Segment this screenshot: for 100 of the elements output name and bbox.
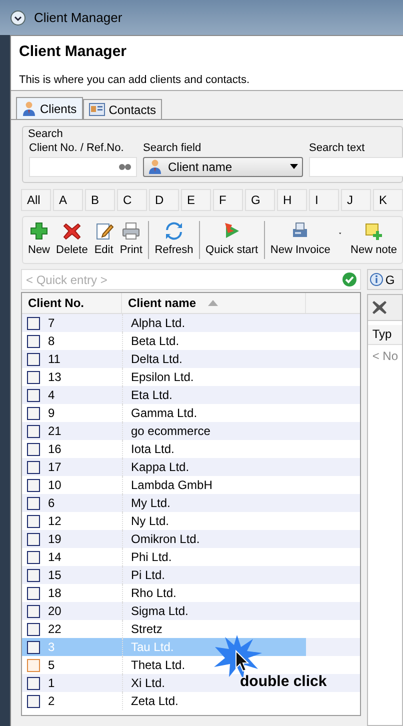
table-cell-text: Delta Ltd.	[131, 351, 182, 368]
table-cell-text: Xi Ltd.	[131, 675, 166, 692]
table-cell-text: 11	[48, 351, 60, 368]
table-cell-text: Rho Ltd.	[131, 585, 176, 602]
search-text-field[interactable]	[309, 156, 403, 176]
letter-filter-button[interactable]: D	[149, 189, 179, 211]
row-checkbox[interactable]	[27, 478, 40, 492]
table-cell-text: 9	[48, 405, 55, 422]
group-label: Search	[28, 127, 63, 142]
plus-icon	[29, 221, 49, 242]
letter-filter-button[interactable]: All	[21, 189, 51, 211]
column-header[interactable]: Client name	[122, 293, 306, 313]
row-checkbox[interactable]	[27, 316, 40, 330]
table-cell-text: 4	[48, 387, 55, 404]
toolbar-button[interactable]: Print	[116, 221, 146, 259]
row-checkbox[interactable]	[27, 352, 40, 366]
cross-icon	[62, 221, 82, 242]
row-checkbox[interactable]	[27, 694, 40, 708]
table-row[interactable]: 15 Pi Ltd.	[22, 566, 360, 584]
letter-filter-button[interactable]: J	[341, 189, 371, 211]
toolbar-button[interactable]: Refresh	[152, 221, 196, 259]
letter-filter-button[interactable]: E	[181, 189, 211, 211]
column-header[interactable]: Typ	[368, 325, 402, 345]
toolbar-button[interactable]: Quick start	[202, 221, 262, 259]
tab[interactable]: Contacts	[82, 99, 162, 119]
table-cell-text: My Ltd.	[131, 495, 170, 512]
quick-entry-field[interactable]: < Quick entry >	[21, 269, 362, 290]
client-number-field[interactable]	[29, 156, 137, 176]
delete-icon[interactable]	[372, 300, 388, 315]
table-cell-text: Sigma Ltd.	[131, 603, 188, 620]
toolbar-button[interactable]: New note	[348, 221, 400, 259]
table-row[interactable]: 21 go ecommerce	[22, 422, 360, 440]
toolbar-button[interactable]: Delete	[53, 221, 91, 259]
letter-filter-button[interactable]: A	[53, 189, 83, 211]
table-cell-text: Gamma Ltd.	[131, 405, 198, 422]
letter-filter-button[interactable]: B	[85, 189, 115, 211]
table-cell-text: 15	[48, 567, 62, 584]
column-header[interactable]: Client No.	[22, 293, 122, 313]
row-checkbox[interactable]	[27, 334, 40, 348]
table-cell-text: 20	[48, 603, 62, 620]
table-cell-text: 7	[48, 315, 55, 332]
page-heading: Client Manager	[19, 42, 128, 62]
table-cell-text: Ny Ltd.	[131, 513, 170, 530]
side-tab[interactable]: G	[367, 269, 403, 290]
table-cell-text: 8	[48, 333, 55, 350]
table-row[interactable]: 7 Alpha Ltd.	[22, 314, 360, 332]
row-checkbox[interactable]	[27, 676, 40, 690]
row-checkbox[interactable]	[27, 622, 40, 636]
toolbar-button[interactable]: New	[25, 221, 54, 259]
empty-text: < No	[371, 348, 399, 365]
table-cell-text: 22	[48, 621, 62, 638]
letter-filter-button[interactable]: C	[117, 189, 147, 211]
table-row[interactable]: 11 Delta Ltd.	[22, 350, 360, 368]
table-row[interactable]: 17 Kappa Ltd.	[22, 458, 360, 476]
row-checkbox[interactable]	[27, 514, 40, 528]
check-icon	[342, 272, 358, 287]
row-checkbox[interactable]	[27, 496, 40, 510]
row-checkbox[interactable]	[27, 550, 40, 564]
letter-filter-button[interactable]: G	[245, 189, 275, 211]
table-row[interactable]: 6 My Ltd.	[22, 494, 360, 512]
table-cell-text: go ecommerce	[131, 423, 210, 440]
letter-filter-button[interactable]: F	[213, 189, 243, 211]
table-row[interactable]: 19 Omikron Ltd.	[22, 530, 360, 548]
table-row[interactable]: 4 Eta Ltd.	[22, 386, 360, 404]
row-checkbox[interactable]	[27, 586, 40, 600]
table-cell-text: Omikron Ltd.	[131, 531, 200, 548]
toolbar-button[interactable]: Edit	[90, 221, 117, 259]
row-checkbox[interactable]	[27, 532, 40, 546]
field-label: Search field	[143, 141, 202, 156]
person-icon	[148, 159, 162, 174]
row-checkbox[interactable]	[27, 442, 40, 456]
dropdown-arrow-icon	[290, 164, 298, 169]
row-checkbox[interactable]	[27, 388, 40, 402]
table-cell-text: Iota Ltd.	[131, 441, 174, 458]
window-menu-icon[interactable]	[10, 10, 26, 26]
person-icon	[22, 101, 36, 116]
printer-icon	[121, 221, 142, 242]
search-field-select[interactable]: Client name	[143, 156, 303, 176]
row-checkbox[interactable]	[27, 406, 40, 420]
row-checkbox[interactable]	[27, 640, 40, 654]
binoculars-icon	[118, 162, 132, 171]
table-cell-text: 12	[48, 513, 62, 530]
contact-card-icon	[88, 103, 105, 116]
table-row[interactable]: 20 Sigma Ltd.	[22, 602, 360, 620]
row-checkbox[interactable]	[27, 460, 40, 474]
tab[interactable]: Clients	[16, 97, 83, 119]
table-cell-text: 14	[48, 549, 62, 566]
row-checkbox[interactable]	[27, 658, 40, 672]
annotation-text: double click	[240, 672, 327, 692]
letter-filter-button[interactable]: I	[309, 189, 339, 211]
row-checkbox[interactable]	[27, 424, 40, 438]
row-checkbox[interactable]	[27, 604, 40, 618]
toolbar-button[interactable]: New Invoice	[267, 221, 334, 259]
info-icon	[370, 273, 384, 286]
letter-filter-button[interactable]: H	[277, 189, 307, 211]
table-cell-text: Zeta Ltd.	[131, 693, 178, 710]
row-checkbox[interactable]	[27, 568, 40, 582]
note-add-icon	[364, 221, 384, 242]
row-checkbox[interactable]	[27, 370, 40, 384]
letter-filter-button[interactable]: K	[373, 189, 403, 211]
